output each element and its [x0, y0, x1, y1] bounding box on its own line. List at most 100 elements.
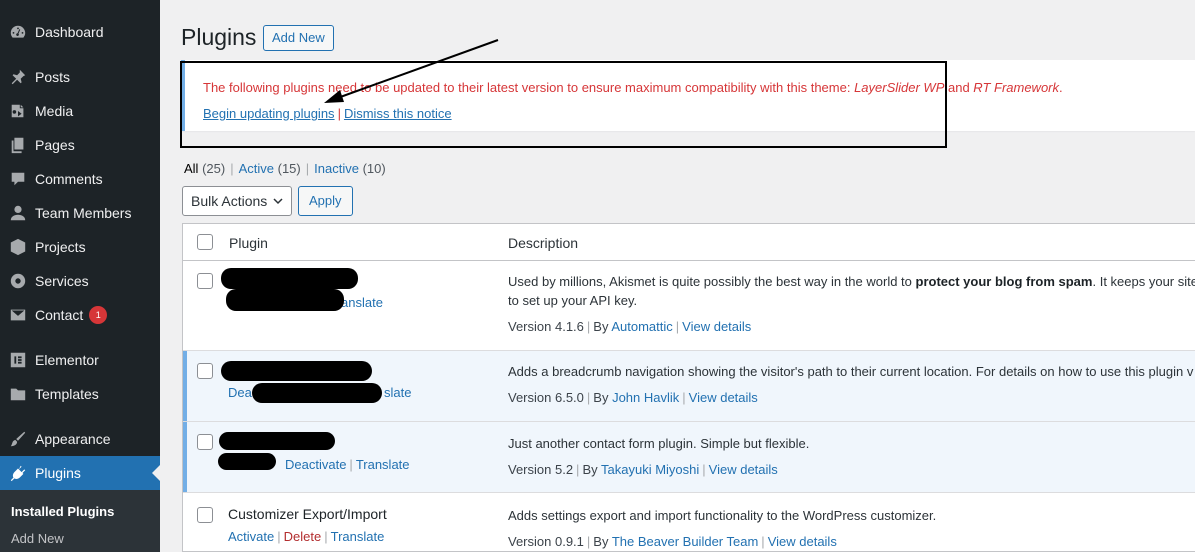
pin-icon	[8, 67, 28, 87]
delete-link[interactable]: Delete	[284, 529, 322, 544]
notice-plugin-1: LayerSlider WP	[854, 80, 945, 95]
sidebar-item-label: Plugins	[35, 465, 81, 481]
row-actions: Deactivate | Translate	[285, 457, 410, 472]
view-details-link[interactable]: View details	[689, 390, 758, 405]
row-checkbox[interactable]	[197, 363, 213, 379]
sidebar-item-label: Templates	[35, 386, 99, 402]
translate-link[interactable]: anslate	[341, 295, 383, 310]
redaction-mark	[252, 383, 382, 403]
author-link[interactable]: Automattic	[611, 319, 672, 334]
sidebar-item-label: Elementor	[35, 352, 99, 368]
row-actions: Activate | Delete | Translate	[228, 529, 385, 544]
table-header: Plugin Description	[183, 224, 1195, 261]
table-row: Deactivate | Translate Just another contac…	[183, 422, 1195, 493]
select-all-checkbox[interactable]	[197, 234, 213, 250]
table-row: Customizer Export/Import Activate | Delete…	[183, 493, 1195, 551]
sidebar-item-elementor[interactable]: Elementor	[0, 343, 160, 377]
row-checkbox[interactable]	[197, 507, 213, 523]
sidebar-item-label: Comments	[35, 171, 103, 187]
user-icon	[8, 203, 28, 223]
portfolio-icon	[8, 237, 28, 257]
author-link[interactable]: The Beaver Builder Team	[612, 534, 758, 549]
filter-inactive[interactable]: Inactive	[314, 161, 359, 176]
plugin-description: Adds a breadcrumb navigation showing the…	[508, 364, 1194, 379]
plugins-table: Plugin Description anslate Used by milli…	[182, 223, 1195, 552]
view-details-link[interactable]: View details	[682, 319, 751, 334]
sidebar-item-plugins[interactable]: Plugins	[0, 456, 160, 490]
sidebar-item-label: Appearance	[35, 431, 111, 447]
translate-link[interactable]: slate	[384, 385, 411, 400]
page-title: Plugins	[181, 24, 257, 50]
sidebar-item-appearance[interactable]: Appearance	[0, 422, 160, 456]
column-description: Description	[508, 235, 579, 251]
plugin-meta: Version 4.1.6 | By Automattic | View details	[508, 319, 752, 334]
dashboard-icon	[8, 22, 28, 42]
apply-button[interactable]: Apply	[298, 186, 353, 216]
dismiss-notice-link[interactable]: Dismiss this notice	[344, 106, 452, 121]
view-details-link[interactable]: View details	[709, 462, 778, 477]
redaction-mark	[218, 453, 276, 470]
media-icon	[8, 101, 28, 121]
translate-link[interactable]: Translate	[356, 457, 410, 472]
status-filters: All (25) | Active (15) | Inactive (10)	[184, 161, 386, 176]
row-checkbox[interactable]	[197, 434, 213, 450]
filter-all[interactable]: All	[184, 161, 198, 176]
bulk-actions-select[interactable]: Bulk Actions	[182, 186, 292, 216]
sidebar-item-label: Contact	[35, 307, 84, 323]
column-plugin: Plugin	[229, 235, 268, 251]
translate-link[interactable]: Translate	[331, 529, 385, 544]
view-details-link[interactable]: View details	[768, 534, 837, 549]
submenu-installed-plugins[interactable]: Installed Plugins	[11, 504, 114, 519]
sidebar-item-projects[interactable]: Projects	[0, 230, 160, 264]
notification-badge: 1	[89, 306, 108, 324]
sidebar-item-contact[interactable]: Contact 1	[0, 298, 160, 332]
sidebar-item-label: Posts	[35, 69, 71, 85]
submenu-add-new[interactable]: Add New	[11, 531, 64, 546]
sidebar-item-label: Services	[35, 273, 89, 289]
activate-link[interactable]: Activate	[228, 529, 274, 544]
plugins-submenu: Installed Plugins Add New	[0, 490, 160, 552]
sidebar-item-templates[interactable]: Templates	[0, 377, 160, 411]
sidebar-item-label: Pages	[35, 137, 75, 153]
redaction-mark	[219, 432, 335, 450]
main-content: Plugins Add New The following plugins ne…	[160, 0, 1195, 552]
redaction-mark	[221, 268, 358, 289]
deactivate-link[interactable]: Dea	[228, 385, 252, 400]
plugin-description: Just another contact form plugin. Simple…	[508, 436, 810, 451]
plugin-name: Customizer Export/Import	[228, 506, 387, 522]
author-link[interactable]: John Havlik	[612, 390, 679, 405]
chevron-down-icon	[273, 198, 283, 205]
plugin-description-line-2: to set up your API key.	[508, 293, 638, 308]
redaction-mark	[226, 289, 344, 311]
plugin-description: Used by millions, Akismet is quite possi…	[508, 274, 1195, 289]
plugin-meta: Version 5.2 | By Takayuki Miyoshi | View det…	[508, 462, 778, 477]
begin-updating-link[interactable]: Begin updating plugins	[203, 106, 335, 121]
sidebar-item-comments[interactable]: Comments	[0, 162, 160, 196]
plugin-description: Adds settings export and import function…	[508, 508, 937, 523]
filter-active[interactable]: Active	[239, 161, 274, 176]
author-link[interactable]: Takayuki Miyoshi	[601, 462, 699, 477]
notice-plugin-2: RT Framework	[973, 80, 1060, 95]
admin-sidebar: Dashboard Posts Media Pages Comments Tea…	[0, 0, 160, 552]
annotation-arrow	[324, 39, 499, 103]
sidebar-item-team-members[interactable]: Team Members	[0, 196, 160, 230]
row-checkbox[interactable]	[197, 273, 213, 289]
elementor-icon	[8, 350, 28, 370]
plugin-meta: Version 6.5.0 | By John Havlik | View detail…	[508, 390, 758, 405]
pages-icon	[8, 135, 28, 155]
deactivate-link[interactable]: Deactivate	[285, 457, 346, 472]
sidebar-item-label: Dashboard	[35, 24, 104, 40]
life-ring-icon	[8, 271, 28, 291]
brush-icon	[8, 429, 28, 449]
sidebar-item-label: Projects	[35, 239, 86, 255]
comment-icon	[8, 169, 28, 189]
sidebar-item-media[interactable]: Media	[0, 94, 160, 128]
redaction-mark	[221, 361, 372, 381]
sidebar-item-posts[interactable]: Posts	[0, 60, 160, 94]
sidebar-item-pages[interactable]: Pages	[0, 128, 160, 162]
folder-icon	[8, 384, 28, 404]
sidebar-item-dashboard[interactable]: Dashboard	[0, 15, 160, 49]
plugin-meta: Version 0.9.1 | By The Beaver Builder Team…	[508, 534, 837, 549]
table-row: Dea slate Adds a breadcrumb navigation s…	[183, 351, 1195, 422]
sidebar-item-services[interactable]: Services	[0, 264, 160, 298]
